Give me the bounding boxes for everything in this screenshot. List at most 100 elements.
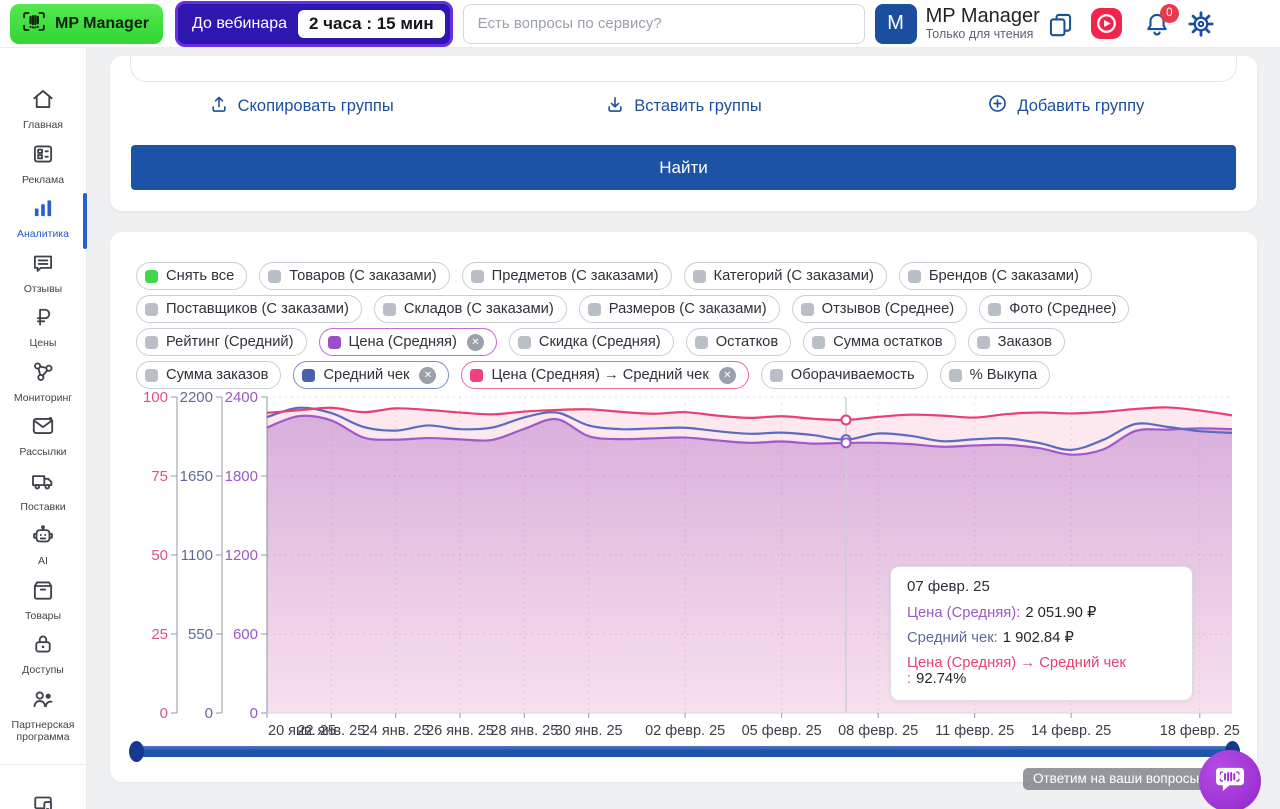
sidebar-item-4[interactable]: Отзывы [0,250,86,305]
ruble-icon [30,304,56,335]
x-axis-label: 30 янв. 25 [555,723,623,739]
tooltip-row: Цена (Средняя): 2 051.90 ₽ [907,604,1176,621]
chat-tooltip-pill: Ответим на ваши вопросы [1023,768,1209,790]
app-logo[interactable]: MP Manager [10,4,163,44]
video-play-button[interactable] [1091,8,1122,39]
svg-text:550: 550 [188,626,213,643]
reviews-bubble-icon [30,250,56,281]
sidebar-item-1[interactable]: Главная [0,86,86,141]
chart-tooltip: 07 февр. 25 Цена (Средняя):2 051.90 ₽Сре… [890,566,1193,701]
ads-grid-icon [30,141,56,172]
truck-icon [30,468,56,499]
sidebar-item-devices[interactable] [30,791,56,809]
x-axis-label: 14 февр. 25 [1031,723,1111,739]
sidebar-item-label: AI [36,555,50,567]
tooltip-series-label: Цена (Средняя): [907,605,1020,621]
svg-text:2200: 2200 [180,389,213,406]
sidebar-item-3[interactable]: Аналитика [0,195,86,250]
barcode-logo-icon [20,10,48,38]
svg-text:0: 0 [160,705,168,722]
sidebar-item-7[interactable]: Рассылки [0,413,86,468]
svg-text:0: 0 [205,705,213,722]
svg-text:75: 75 [151,468,168,485]
x-axis-label: 22 янв. 25 [297,723,365,739]
logo-text: MP Manager [55,15,149,33]
sidebar-item-8[interactable]: Поставки [0,468,86,523]
mail-icon [30,413,56,444]
svg-text:50: 50 [151,547,168,564]
copy-account-icon[interactable] [1047,11,1074,38]
tooltip-row: Средний чек: 1 902.84 ₽ [907,629,1176,646]
svg-text:100: 100 [143,389,168,406]
bar-chart-icon [30,195,56,226]
app-header: MP Manager До вебинара 2 часа : 15 мин M… [0,0,1280,48]
sidebar-divider [0,764,86,765]
tooltip-series-value: 92.74% [916,671,966,687]
x-axis-label: 28 янв. 25 [490,723,558,739]
monitoring-nodes-icon [30,359,56,390]
sidebar-item-label: Доступы [20,664,66,676]
x-axis-label: 26 янв. 25 [426,723,494,739]
sidebar-item-label: Главная [21,119,65,131]
y-axis-price: 0 600 1200 1800 2400 [225,389,267,722]
y-axis-ratio: 0 25 50 75 100 [143,389,177,722]
notifications-bell[interactable]: 0 [1143,10,1171,38]
highlight-marker-ratio [842,415,851,424]
sidebar-item-label: Поставки [18,501,67,513]
x-axis-label: 05 февр. 25 [742,723,822,739]
x-axis-label: 24 янв. 25 [362,723,430,739]
tooltip-series-label: Средний чек: [907,630,998,646]
tooltip-row: Цена (Средняя) → Средний чек :92.74% [907,655,1176,687]
settings-gear-icon[interactable] [1187,10,1215,38]
svg-text:25: 25 [151,626,168,643]
webinar-banner[interactable]: До вебинара 2 часа : 15 мин [175,1,453,47]
notifications-badge: 0 [1160,4,1179,23]
x-axis-label: 11 февр. 25 [935,723,1014,739]
avatar[interactable]: M [875,4,917,44]
sidebar-item-5[interactable]: Цены [0,304,86,359]
sidebar-item-label: Реклама [20,174,66,186]
sidebar-item-6[interactable]: Мониторинг [0,359,86,414]
x-axis-label: 18 февр. 25 [1160,723,1240,739]
sidebar-item-12[interactable]: Партнерская программа [0,686,86,756]
sidebar-item-label: Товары [23,610,63,622]
robot-icon [30,522,56,553]
x-axis-label: 08 февр. 25 [838,723,918,739]
sidebar-item-10[interactable]: Товары [0,577,86,632]
webinar-label: До вебинара [192,15,287,33]
sidebar-item-2[interactable]: Реклама [0,141,86,196]
x-axis-label: 02 февр. 25 [645,723,725,739]
sidebar-item-11[interactable]: Доступы [0,631,86,686]
webinar-timer: 2 часа : 15 мин [298,10,445,38]
tooltip-series-value: 2 051.90 ₽ [1025,605,1096,621]
service-search [463,4,865,44]
svg-text:1800: 1800 [225,468,258,485]
svg-text:600: 600 [233,626,258,643]
y-axis-avg_check: 0 550 1100 1650 2200 [180,389,222,722]
home-icon [30,86,56,117]
svg-text:2400: 2400 [225,389,258,406]
account-block[interactable]: M MP Manager Только для чтения [875,4,1040,44]
search-input[interactable] [463,4,865,44]
sidebar-item-label: Партнерская программа [0,719,86,743]
sidebar-item-9[interactable]: AI [0,522,86,577]
lock-icon [30,631,56,662]
highlight-marker-price [842,438,851,447]
svg-text:1100: 1100 [181,547,213,564]
sidebar-item-label: Рассылки [17,446,68,458]
svg-text:1650: 1650 [180,468,213,485]
sidebar-item-label: Цены [28,337,59,349]
active-indicator [83,193,87,249]
sidebar-item-label: Аналитика [15,228,71,240]
chat-widget-button[interactable] [1199,750,1261,809]
account-mode-label: Только для чтения [926,27,1040,41]
account-name: MP Manager [926,6,1040,27]
svg-text:1200: 1200 [225,547,258,564]
svg-text:0: 0 [250,705,258,722]
partners-people-icon [30,686,56,717]
tooltip-series-value: 1 902.84 ₽ [1003,630,1074,646]
chat-bubble-icon [1212,763,1248,800]
box-icon [30,577,56,608]
sidebar-item-label: Мониторинг [12,392,74,404]
devices-icon [30,804,56,809]
